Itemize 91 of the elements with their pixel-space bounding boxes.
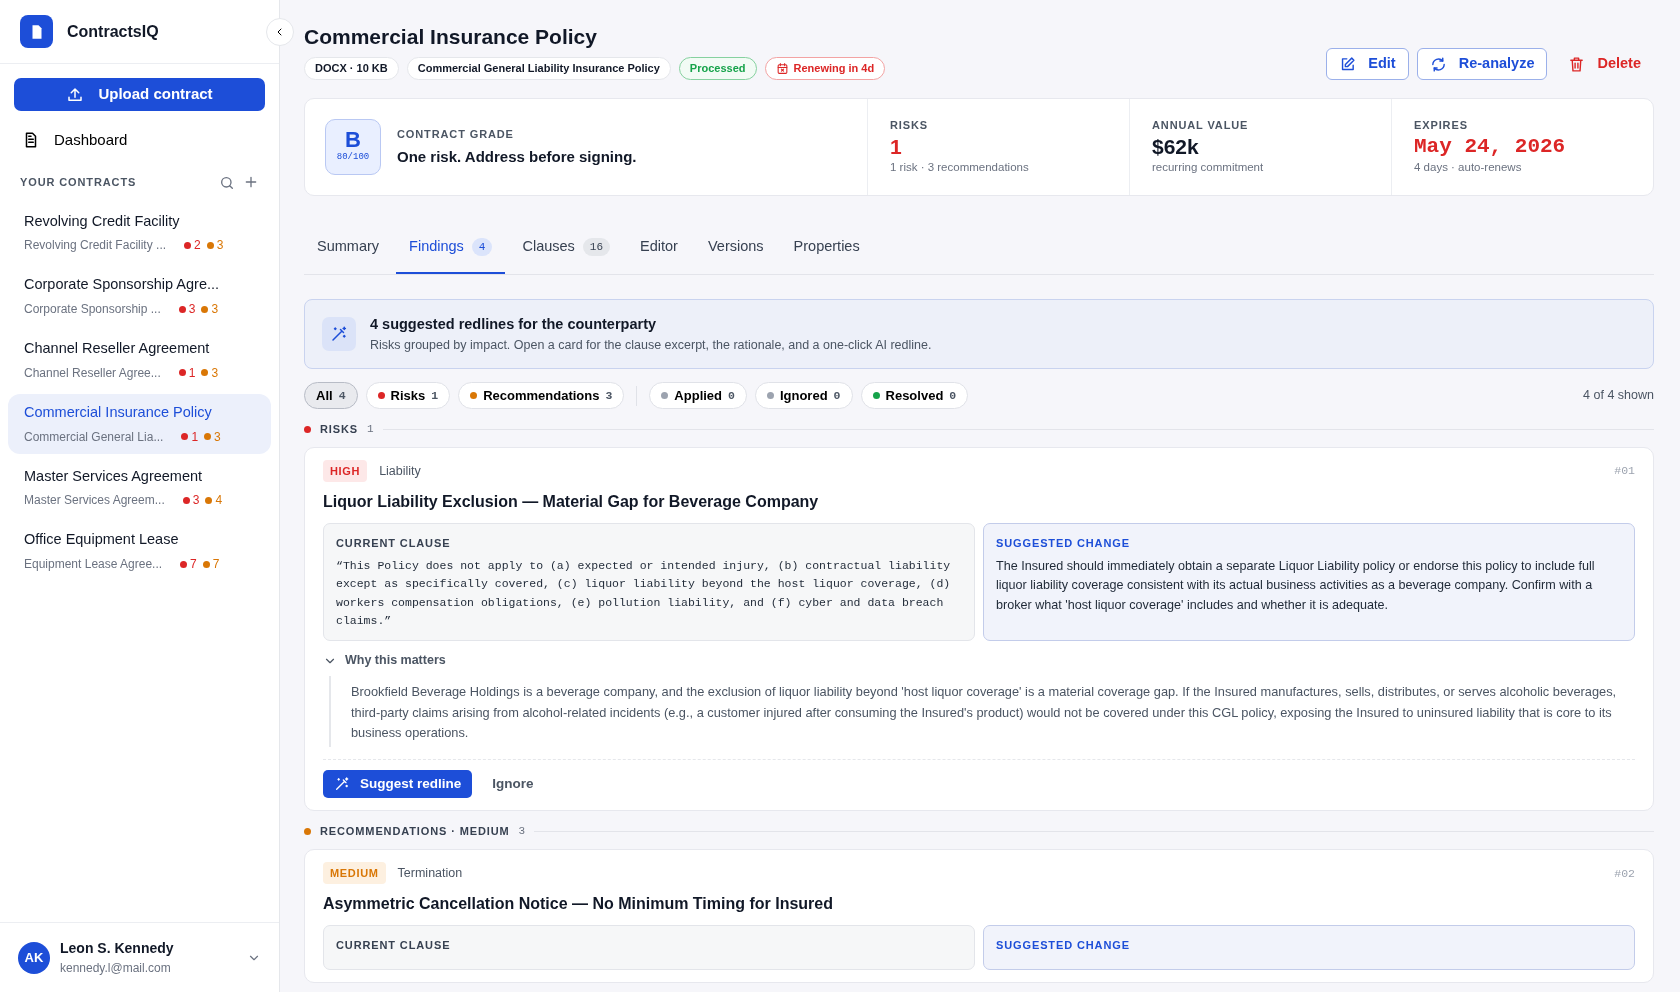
refresh-icon [1429,55,1447,73]
filter-chip[interactable]: Recommendations 3 [458,382,625,410]
trash-icon [1568,55,1586,73]
wand-icon [334,776,350,793]
finding-title: Liquor Liability Exclusion — Material Gap for Beverage Company [323,492,820,513]
add-icon[interactable] [243,174,259,190]
recommendation-count: 4 [205,491,223,510]
recommendation-count: 3 [204,427,221,446]
group-label: RECOMMENDATIONS · MEDIUM [320,824,510,840]
panel-label: CURRENT CLAUSE [336,536,452,552]
edit-icon [1339,55,1357,73]
severity-badge: MEDIUM [323,861,386,885]
filter-chip[interactable]: All 4 [304,382,358,410]
risk-count: 7 [180,555,197,573]
stat-label: ANNUAL VALUE [1152,118,1250,133]
finding-title: Asymmetric Cancellation Notice — No Minimum Timing for Insured [323,894,834,915]
tag: Renewing in 4d [764,57,886,80]
brand-name: ContractsIQ [67,21,159,42]
stat-value: May 24, 2026 [1414,133,1567,159]
disclosure-toggle[interactable]: Why this matters [323,641,446,677]
recommendation-count: 7 [202,555,220,573]
tab[interactable]: Editor [627,226,691,274]
filter-chip[interactable]: Applied 0 [649,382,747,410]
reanalyze-button[interactable]: Re-analyze [1416,48,1548,80]
section-label: YOUR CONTRACTS [20,174,138,190]
suggestion-text: The Insured should immediately obtain a separate Liquor Liability policy or endorse this policy to include full liquor liability coverage consistent with its actual business activities as a beverage company. Confirm with a broker what 'host liquor coverage' includes and whether it is adequate. [996,557,1596,614]
stat-note: 4 days · auto-renews [1414,159,1523,175]
ignore-button[interactable]: Ignore [484,774,542,795]
tab[interactable]: Summary [304,226,393,274]
contract-item[interactable]: Office Equipment Lease Equipment Lease Agree... 7 7 [8,521,271,581]
finding-number: #02 [1614,865,1635,882]
grade-summary: One risk. Address before signing. [397,147,637,167]
filter-chip[interactable]: Resolved 0 [860,382,969,410]
result-count: 4 of 4 shown [1583,387,1654,405]
contract-item[interactable]: Revolving Credit Facility Revolving Credit Facility ... 2 3 [8,202,271,263]
banner-text: Risks grouped by impact. Open a card for the clause excerpt, the rationale, and a one-click AI redline. [370,336,932,354]
panel-label: CURRENT CLAUSE [336,938,452,954]
category-label: Termination [397,864,463,882]
tab[interactable]: Versions [694,226,777,274]
nav-item[interactable]: Dashboard [0,119,279,162]
filter-chip[interactable]: Risks 1 [365,382,451,410]
tab[interactable]: Properties [780,226,873,274]
grade-label: CONTRACT GRADE [397,126,515,142]
risk-count: 1 [181,427,199,446]
tag: DOCX · 10 KB [304,57,399,80]
panel-label: SUGGESTED CHANGE [996,536,1131,552]
contract-item[interactable]: Commercial Insurance Policy Commercial General Lia... 1 3 [8,393,271,454]
delete-button[interactable]: Delete [1555,48,1654,80]
finding-number: #01 [1614,463,1635,480]
risk-count: 1 [178,363,196,382]
wand-icon [322,317,356,351]
risk-count: 2 [184,236,201,255]
stat-value: $62k [1152,133,1200,159]
page-title: Commercial Insurance Policy [304,24,598,50]
contract-item[interactable]: Corporate Sponsorship Agre... Corporate Sponsorship ... 3 3 [8,266,271,326]
panel-label: SUGGESTED CHANGE [996,938,1131,954]
stat-note: 1 risk · 3 recommendations [890,159,1030,175]
group-label: RISKS [320,422,359,438]
tag: Commercial General Liability Insurance Policy [406,57,671,80]
user-avatar: AK [18,941,50,974]
rationale-text: Brookfield Beverage Holdings is a beverage company, and the exclusion of liquor liability beyond 'host liquor coverage' is a material coverage gap. If the Insured manufactures, sells, distributes, or serves alcoholic beverages, third-party claims arising from alcohol-related incidents (e.g., a customer injured after consuming the Insured's product) would not be covered under this CGL policy, exposing the Insured to uninsured liability that is core to its business operations. [329,676,1635,748]
recommendation-count: 3 [206,236,224,255]
search-icon[interactable] [219,174,235,191]
group-count: 1 [367,422,374,438]
contract-item[interactable]: Master Services Agreement Master Services Agreem... 3 4 [8,457,271,518]
risk-count: 3 [178,300,196,318]
risk-count: 3 [182,491,200,510]
suggest-redline-button[interactable]: Suggest redline [323,770,473,799]
stat-label: EXPIRES [1414,118,1469,133]
banner-title: 4 suggested redlines for the counterparty [370,314,658,334]
category-label: Liability [379,462,421,480]
grade-badge: B 80/100 [325,119,381,175]
upload-icon [66,85,85,104]
user-email: kennedy.l@mail.com [60,960,172,977]
tab[interactable]: Findings 4 [396,226,506,274]
tag: Processed [678,57,757,80]
edit-button[interactable]: Edit [1326,48,1409,80]
severity-badge: HIGH [323,459,368,483]
calendar-icon [775,61,789,75]
upload-button[interactable]: Upload contract [14,78,265,111]
group-count: 3 [518,824,526,840]
stat-note: recurring commitment [1152,159,1265,175]
clause-text: “This Policy does not apply to (a) expected or intended injury, (b) contractual liability except as specifically covered, (c) liquor liability beyond the host liquor coverage, (d) workers compensation obligations, (e) pollution liability, and (f) cyber and data breach claims.” [336,557,952,629]
user-name: Leon S. Kennedy [60,939,175,958]
stat-label: RISKS [890,118,930,133]
contract-item[interactable]: Channel Reseller Agreement Channel Reseller Agree... 1 3 [8,330,271,390]
recommendation-count: 3 [201,300,219,318]
stat-value: 1 [890,133,903,159]
filter-chip[interactable]: Ignored 0 [754,382,853,410]
recommendation-count: 3 [201,363,219,382]
tab[interactable]: Clauses 16 [509,226,624,274]
